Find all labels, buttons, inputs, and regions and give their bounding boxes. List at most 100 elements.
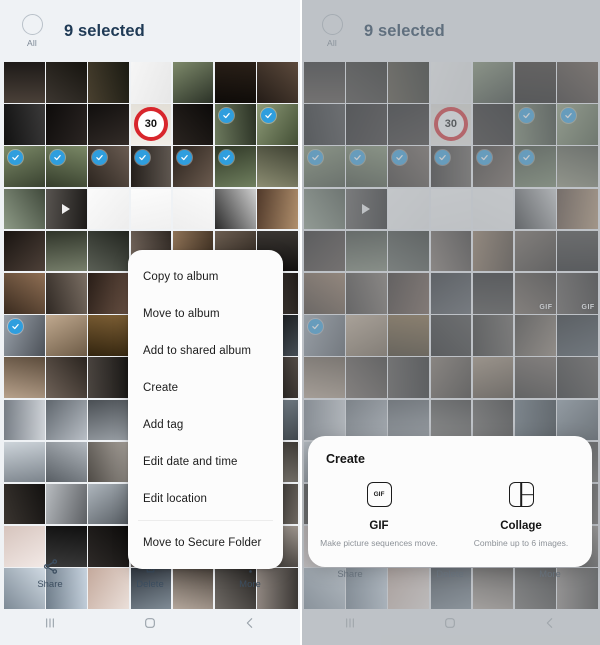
- back-button[interactable]: [200, 615, 300, 631]
- photo-cell[interactable]: [4, 357, 45, 398]
- photo-thumbnail: [4, 399, 45, 441]
- photo-cell[interactable]: [214, 62, 256, 103]
- photo-cell[interactable]: [88, 399, 129, 441]
- photo-cell[interactable]: [4, 441, 45, 483]
- photo-cell[interactable]: [4, 230, 45, 272]
- photo-thumbnail: [257, 188, 298, 230]
- photo-cell[interactable]: [88, 104, 129, 145]
- photo-thumbnail: [88, 483, 129, 525]
- photo-cell[interactable]: [46, 483, 87, 525]
- share-label: Share: [37, 579, 63, 590]
- checkmark-icon[interactable]: [134, 150, 150, 166]
- selected-count-title: 9 selected: [64, 21, 145, 40]
- photo-cell[interactable]: [257, 104, 298, 145]
- photo-cell[interactable]: [46, 62, 87, 103]
- menu-item-move-to-secure-folder[interactable]: Move to Secure Folder: [128, 524, 283, 561]
- more-label: More: [239, 579, 261, 590]
- menu-item-edit-date-and-time[interactable]: Edit date and time: [128, 443, 283, 480]
- photo-thumbnail: [4, 62, 45, 103]
- photo-cell[interactable]: [88, 188, 129, 230]
- create-option-gif[interactable]: GIF GIF Make picture sequences move.: [308, 478, 450, 549]
- play-icon: [62, 203, 71, 214]
- photo-cell[interactable]: [88, 146, 129, 187]
- gif-option-description: Make picture sequences move.: [320, 537, 438, 548]
- photo-cell[interactable]: [214, 104, 256, 145]
- dual-screenshot: All 9 selected 30 Share Delete More Copy…: [0, 0, 600, 645]
- create-sheet-title: Create: [326, 451, 365, 466]
- select-all-control[interactable]: All: [12, 14, 52, 48]
- menu-item-add-to-shared-album[interactable]: Add to shared album: [128, 332, 283, 369]
- photo-cell[interactable]: [88, 62, 129, 103]
- photo-thumbnail: [172, 188, 214, 230]
- photo-thumbnail: [46, 62, 87, 103]
- photo-cell[interactable]: [46, 441, 87, 483]
- photo-cell[interactable]: [46, 146, 87, 187]
- photo-cell[interactable]: [88, 315, 129, 356]
- home-icon: [142, 615, 158, 631]
- photo-cell[interactable]: [46, 104, 87, 145]
- photo-cell[interactable]: [88, 441, 129, 483]
- photo-thumbnail: [88, 357, 129, 398]
- photo-cell[interactable]: [46, 399, 87, 441]
- collage-icon: [508, 482, 534, 508]
- photo-cell[interactable]: [4, 483, 45, 525]
- photo-thumbnail: [46, 357, 87, 398]
- panel-divider: [300, 0, 302, 645]
- photo-cell[interactable]: [130, 188, 172, 230]
- circle-unchecked-icon[interactable]: [21, 14, 43, 35]
- photo-cell[interactable]: [172, 62, 214, 103]
- photo-cell[interactable]: [46, 357, 87, 398]
- photo-cell[interactable]: [172, 146, 214, 187]
- photo-thumbnail: [88, 399, 129, 441]
- photo-cell[interactable]: [257, 62, 298, 103]
- photo-thumbnail: [130, 188, 172, 230]
- photo-thumbnail: [214, 62, 256, 103]
- context-menu[interactable]: Copy to album Move to album Add to shared …: [128, 250, 283, 569]
- photo-cell[interactable]: [214, 146, 256, 187]
- photo-cell[interactable]: [46, 315, 87, 356]
- recents-button[interactable]: [0, 615, 100, 631]
- select-all-label: All: [26, 38, 38, 48]
- photo-cell[interactable]: 30: [130, 104, 172, 145]
- menu-item-move-to-album[interactable]: Move to album: [128, 295, 283, 332]
- delete-label: Delete: [136, 579, 164, 590]
- photo-cell[interactable]: [4, 315, 45, 356]
- menu-item-copy-to-album[interactable]: Copy to album: [128, 258, 283, 295]
- back-icon: [242, 615, 258, 631]
- photo-cell[interactable]: [4, 399, 45, 441]
- photo-thumbnail: [172, 62, 214, 103]
- photo-cell[interactable]: [88, 272, 129, 314]
- photo-cell[interactable]: [214, 188, 256, 230]
- photo-thumbnail: [4, 272, 45, 314]
- photo-cell[interactable]: [4, 146, 45, 187]
- photo-cell[interactable]: [4, 272, 45, 314]
- create-option-collage[interactable]: Collage Combine up to 6 images.: [450, 478, 592, 549]
- photo-cell[interactable]: [88, 357, 129, 398]
- photo-cell[interactable]: [257, 146, 298, 187]
- home-button[interactable]: [100, 615, 200, 631]
- photo-thumbnail: [4, 230, 45, 272]
- menu-item-edit-location[interactable]: Edit location: [128, 480, 283, 517]
- photo-thumbnail: [4, 483, 45, 525]
- photo-cell[interactable]: [257, 188, 298, 230]
- photo-cell[interactable]: [172, 188, 214, 230]
- photo-cell[interactable]: [130, 62, 172, 103]
- collage-option-label: Collage: [500, 519, 542, 532]
- photo-cell[interactable]: [46, 230, 87, 272]
- photo-cell[interactable]: [172, 104, 214, 145]
- photo-cell[interactable]: [4, 104, 45, 145]
- gif-option-label: GIF: [369, 519, 389, 532]
- photo-cell[interactable]: [88, 483, 129, 525]
- photo-cell[interactable]: [130, 146, 172, 187]
- photo-cell[interactable]: [46, 188, 87, 230]
- photo-cell[interactable]: [88, 230, 129, 272]
- photo-thumbnail: [4, 104, 45, 145]
- photo-thumbnail: [172, 104, 214, 145]
- photo-cell[interactable]: [4, 188, 45, 230]
- photo-cell[interactable]: [4, 62, 45, 103]
- share-button[interactable]: Share: [0, 558, 100, 590]
- photo-thumbnail: [130, 62, 172, 103]
- menu-item-add-tag[interactable]: Add tag: [128, 406, 283, 443]
- photo-cell[interactable]: [46, 272, 87, 314]
- menu-item-create[interactable]: Create: [128, 369, 283, 406]
